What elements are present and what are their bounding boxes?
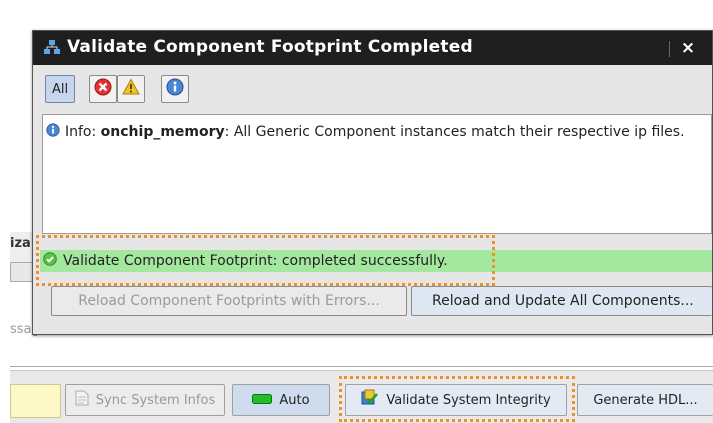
error-filter-icon [94,78,112,100]
reload-all-button[interactable]: Reload and Update All Components... [411,286,712,316]
auto-toggle-button[interactable]: Auto [232,384,330,416]
dialog-title: Validate Component Footprint Completed [67,37,473,57]
reload-all-label: Reload and Update All Components... [432,293,694,309]
highlight-validate-button [339,376,575,422]
title-separator [669,41,670,57]
filter-errors-button[interactable] [89,75,117,103]
filter-warnings-button[interactable] [117,75,145,103]
highlight-status [36,235,495,286]
background-left-edge [0,0,10,422]
reload-errors-button[interactable]: Reload Component Footprints with Errors.… [51,286,407,316]
generate-hdl-button[interactable]: Generate HDL... [577,384,713,416]
sync-system-infos-button[interactable]: Sync System Infos [65,384,225,416]
message-row[interactable]: Info: onchip_memory: All Generic Compone… [46,123,685,141]
toolbar-yellow-panel [10,384,61,418]
warning-filter-icon [122,78,140,100]
info-filter-icon [166,78,184,100]
auto-label: Auto [279,392,310,408]
sync-system-infos-label: Sync System Infos [95,392,216,408]
app-icon [43,39,61,57]
validate-footprint-dialog: Validate Component Footprint Completed ×… [32,30,713,335]
reload-errors-label: Reload Component Footprints with Errors.… [78,293,380,309]
filter-all-button[interactable]: All [45,75,75,103]
filter-all-label: All [51,81,69,97]
filter-info-button[interactable] [161,75,189,103]
background-partial-label: iza [10,236,31,251]
dialog-titlebar[interactable]: Validate Component Footprint Completed × [33,31,712,65]
sync-icon [75,390,89,410]
generate-hdl-label: Generate HDL... [593,392,698,408]
message-list[interactable]: Info: onchip_memory: All Generic Compone… [42,114,712,234]
close-icon[interactable]: × [673,38,703,60]
message-prefix: Info: [65,124,97,140]
auto-indicator-icon [252,393,273,408]
info-icon [46,123,60,141]
message-text: : All Generic Component instances match … [224,124,685,140]
background-divider [10,366,713,367]
message-component: onchip_memory [100,124,225,140]
